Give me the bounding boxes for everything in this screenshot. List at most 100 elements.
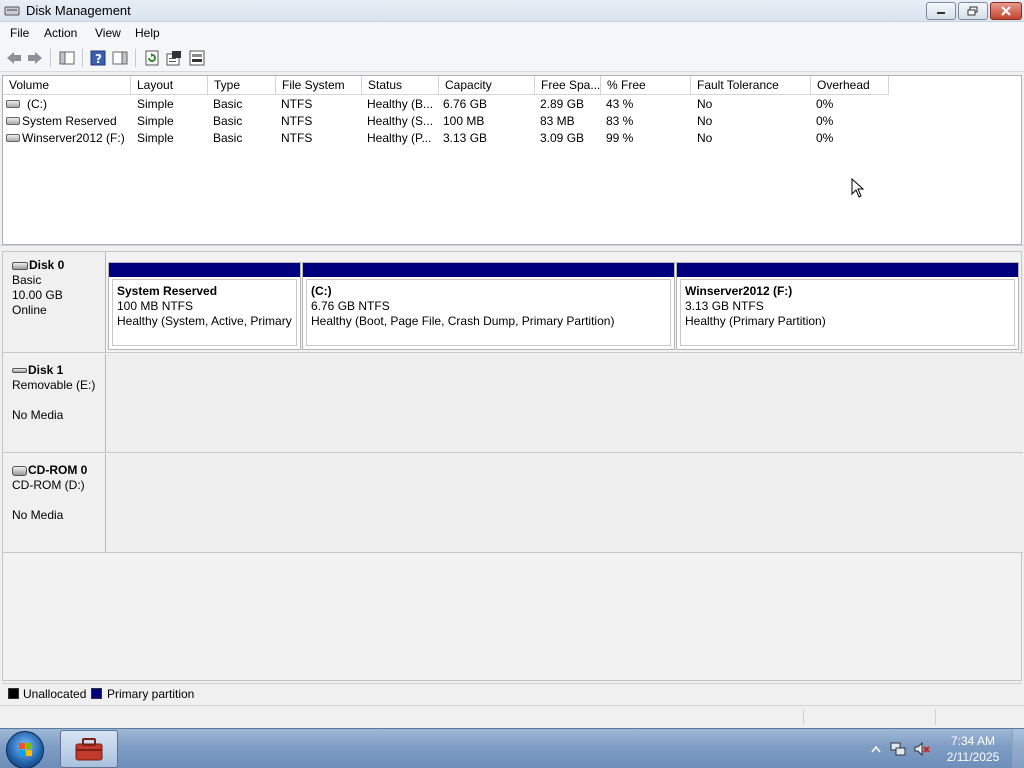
mouse-cursor-icon [851, 178, 865, 198]
partition-system-reserved[interactable]: System Reserved 100 MB NTFS Healthy (Sys… [108, 262, 301, 350]
volume-list[interactable]: Volume Layout Type File System Status Ca… [2, 75, 1022, 245]
volume-type: Basic [213, 97, 243, 111]
minimize-button[interactable] [926, 2, 956, 20]
network-icon[interactable] [890, 741, 906, 757]
toolbar-separator [50, 49, 51, 67]
primary-partition-bar [677, 263, 1018, 277]
disk-0-label[interactable]: Disk 0 Basic 10.00 GB Online [3, 252, 106, 352]
volume-capacity: 100 MB [443, 114, 485, 128]
volume-name: (C:) [27, 97, 47, 111]
volume-free-space: 83 MB [540, 114, 575, 128]
disk-row-cdrom: CD-ROM 0 CD-ROM (D:) No Media [3, 454, 1023, 553]
volume-fault-tolerance: No [697, 97, 713, 111]
show-hide-console-tree-icon[interactable] [58, 49, 76, 67]
title-bar: Disk Management [0, 0, 1024, 22]
volume-overhead: 0% [816, 131, 834, 145]
partition-name: (C:) [311, 284, 332, 298]
volume-fault-tolerance: No [697, 114, 713, 128]
primary-partition-bar [303, 263, 674, 277]
disk-size [12, 493, 105, 508]
disk-size [12, 393, 105, 408]
clock-date: 2/11/2025 [946, 750, 1000, 764]
volume-file-system: NTFS [281, 131, 313, 145]
menu-action[interactable]: Action [44, 26, 77, 40]
rescan-disks-icon[interactable] [188, 49, 206, 67]
toolbar-separator [82, 49, 83, 67]
column-header-status[interactable]: Status [362, 76, 439, 95]
disk-map: Disk 0 Basic 10.00 GB Online System Rese… [2, 251, 1023, 681]
volume-fault-tolerance: No [697, 131, 713, 145]
partition-name: Winserver2012 (F:) [685, 284, 793, 298]
volume-status: Healthy (B... [367, 97, 434, 111]
show-hide-action-pane-icon[interactable] [111, 49, 129, 67]
menu-help[interactable]: Help [135, 26, 160, 40]
partition-status: Healthy (System, Active, Primary Partiti… [117, 314, 296, 328]
column-header-capacity[interactable]: Capacity [439, 76, 535, 95]
disk-1-label[interactable]: Disk 1 Removable (E:) No Media [3, 354, 106, 452]
menu-bar: File Action View Help [0, 22, 1024, 44]
disk-name: CD-ROM 0 [28, 463, 88, 477]
column-header-fault-tolerance[interactable]: Fault Tolerance [691, 76, 811, 95]
restore-button[interactable] [958, 2, 988, 20]
disk-type: CD-ROM (D:) [12, 478, 85, 492]
volume-layout: Simple [137, 97, 174, 111]
volume-percent-free: 83 % [606, 114, 634, 128]
disk-name: Disk 1 [28, 363, 64, 377]
volume-file-system: NTFS [281, 97, 313, 111]
refresh-icon[interactable] [143, 49, 161, 67]
legend-label-primary-partition: Primary partition [107, 687, 195, 701]
volume-percent-free: 99 % [606, 131, 634, 145]
volume-file-system: NTFS [281, 114, 313, 128]
cdrom-0-label[interactable]: CD-ROM 0 CD-ROM (D:) No Media [3, 454, 106, 552]
status-panel [935, 709, 936, 725]
volume-name: Winserver2012 (F:) [22, 131, 125, 145]
volume-type: Basic [213, 131, 243, 145]
properties-icon[interactable] [165, 49, 183, 67]
show-hidden-icons-icon[interactable] [868, 741, 884, 757]
menu-view[interactable]: View [95, 26, 121, 40]
start-button[interactable] [6, 731, 44, 768]
disk-row-0: Disk 0 Basic 10.00 GB Online System Rese… [3, 252, 1023, 353]
volume-capacity: 3.13 GB [443, 131, 488, 145]
partition-f[interactable]: Winserver2012 (F:) 3.13 GB NTFS Healthy … [676, 262, 1019, 350]
volume-layout: Simple [137, 114, 174, 128]
status-bar [0, 705, 1024, 727]
show-desktop-button[interactable] [1012, 729, 1024, 768]
volume-capacity: 6.76 GB [443, 97, 488, 111]
column-header-file-system[interactable]: File System [276, 76, 362, 95]
disk-type: Removable (E:) [12, 378, 96, 392]
column-header-percent-free[interactable]: % Free [601, 76, 691, 95]
help-icon[interactable]: ? [89, 49, 107, 67]
forward-icon[interactable] [26, 49, 44, 67]
window-title: Disk Management [26, 3, 131, 18]
column-header-free-space[interactable]: Free Spa... [535, 76, 601, 95]
close-button[interactable] [990, 2, 1022, 20]
primary-partition-swatch [91, 688, 102, 699]
volume-muted-icon[interactable] [914, 741, 930, 757]
partition-status: Healthy (Boot, Page File, Crash Dump, Pr… [311, 314, 615, 328]
volume-free-space: 2.89 GB [540, 97, 585, 111]
column-header-layout[interactable]: Layout [131, 76, 208, 95]
volume-type: Basic [213, 114, 243, 128]
disk-name: Disk 0 [29, 258, 65, 272]
column-header-type[interactable]: Type [208, 76, 276, 95]
partition-name: System Reserved [117, 284, 218, 298]
volume-icon [6, 134, 20, 142]
column-header-volume[interactable]: Volume [3, 76, 131, 95]
unallocated-swatch [8, 688, 19, 699]
taskbar-server-manager-button[interactable] [60, 730, 118, 768]
volume-layout: Simple [137, 131, 174, 145]
menu-file[interactable]: File [10, 26, 29, 40]
disk-status: No Media [12, 508, 64, 522]
cd-rom-icon [12, 465, 27, 476]
disk-row-1: Disk 1 Removable (E:) No Media [3, 354, 1023, 453]
partition-size: 3.13 GB NTFS [685, 299, 764, 313]
toolbar: ? [0, 44, 1024, 72]
partition-c[interactable]: (C:) 6.76 GB NTFS Healthy (Boot, Page Fi… [302, 262, 675, 350]
toolbox-icon [75, 738, 103, 761]
column-header-overhead[interactable]: Overhead [811, 76, 889, 95]
system-clock[interactable]: 7:34 AM 2/11/2025 [936, 733, 1010, 765]
volume-free-space: 3.09 GB [540, 131, 585, 145]
back-icon[interactable] [5, 49, 23, 67]
no-media-area [107, 354, 1023, 452]
